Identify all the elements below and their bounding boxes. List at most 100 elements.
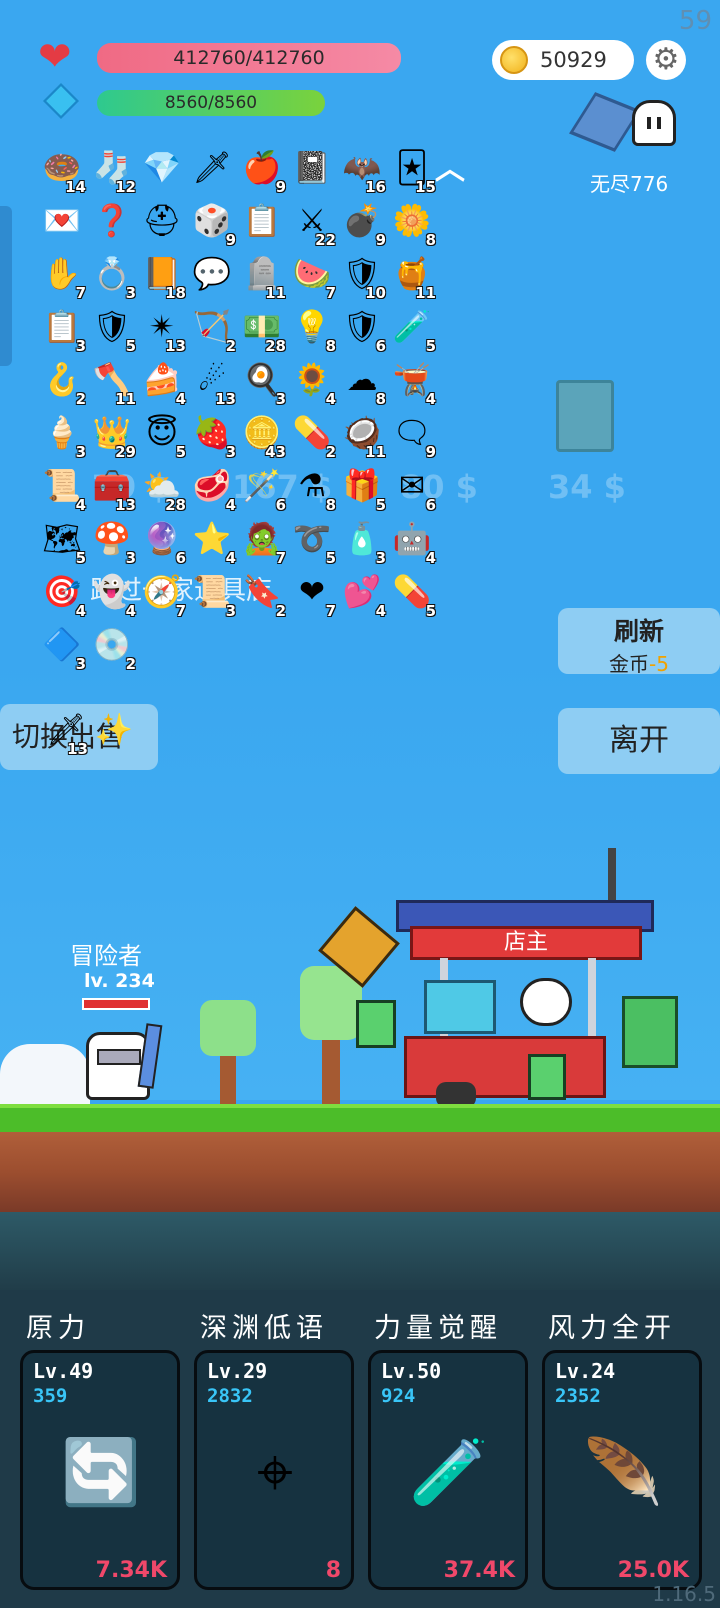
inventory-item[interactable]: 🤖 4 [390, 517, 438, 567]
chevron-up-icon[interactable]: ︿ [432, 152, 468, 188]
inventory-item[interactable]: 🦇 16 [340, 146, 388, 196]
inventory-item[interactable]: 🃏 15 [390, 146, 438, 196]
side-drawer-handle[interactable] [0, 206, 12, 366]
inventory-item[interactable]: 🧭 7 [140, 570, 188, 620]
inventory-item[interactable]: ⭐ 4 [190, 517, 238, 567]
inventory-item[interactable]: ❓ [90, 199, 138, 247]
inventory-item[interactable]: 💕 4 [340, 570, 388, 620]
item-count: 13 [115, 496, 136, 514]
item-count: 3 [275, 390, 286, 408]
inventory-item[interactable]: 💿 2 [90, 623, 138, 673]
item-count: 10 [365, 284, 386, 302]
skill-title: 力量觉醒 [374, 1313, 502, 1344]
inventory-item[interactable]: ➰ 5 [290, 517, 338, 567]
inventory-item[interactable]: ✉ 6 [390, 464, 438, 514]
skill-card[interactable]: Lv.24 2352 🪶 25.0K [542, 1350, 702, 1590]
inventory-item[interactable]: 🛡 5 [90, 305, 138, 355]
speech-icon: 💬 [192, 256, 232, 292]
inventory-item[interactable]: ☄ 13 [190, 358, 238, 408]
ghost-pet-icon[interactable] [632, 100, 676, 146]
inventory-item[interactable]: 💵 28 [240, 305, 288, 355]
inventory-item[interactable]: 📜 4 [40, 464, 88, 514]
inventory-item[interactable]: 🗡 13 [44, 708, 90, 758]
inventory-item[interactable]: 🗺 5 [40, 517, 88, 567]
inventory-item[interactable]: 🌻 4 [290, 358, 338, 408]
heart-icon: ❤ [38, 34, 72, 80]
skill-card[interactable]: Lv.49 359 🔄 7.34K [20, 1350, 180, 1590]
gear-icon[interactable]: ⚙ [646, 40, 686, 80]
inventory-item[interactable]: 👑 29 [90, 411, 138, 461]
inventory-item[interactable]: 🗨 9 [390, 411, 438, 461]
inventory-item[interactable]: 🍦 3 [40, 411, 88, 461]
inventory-item[interactable]: 💍 3 [90, 252, 138, 302]
inventory-item[interactable]: 🪙 43 [240, 411, 288, 461]
inventory-item[interactable]: 🏹 2 [190, 305, 238, 355]
inventory-item[interactable]: 🍰 4 [140, 358, 188, 408]
checklist-icon: 📋 [242, 203, 282, 239]
inventory-item[interactable]: ⚔ 22 [290, 199, 338, 249]
inventory-item[interactable]: 🍯 11 [390, 252, 438, 302]
shopkeeper-character[interactable] [520, 978, 572, 1026]
inventory-item[interactable]: 🧟 7 [240, 517, 288, 567]
inventory-item[interactable]: ⛅ 28 [140, 464, 188, 514]
inventory-item[interactable]: 🪦 11 [240, 252, 288, 302]
inventory-item[interactable]: 🍄 3 [90, 517, 138, 567]
inventory-item[interactable]: 🪝 2 [40, 358, 88, 408]
inventory-item[interactable]: 👻 4 [90, 570, 138, 620]
inventory-item[interactable]: 🍎 9 [240, 146, 288, 196]
inventory-item[interactable]: 🔖 2 [240, 570, 288, 620]
inventory-item[interactable]: 🛡 6 [340, 305, 388, 355]
inventory-item[interactable]: 🥥 11 [340, 411, 388, 461]
inventory-item[interactable]: 🍓 3 [190, 411, 238, 461]
inventory-item[interactable]: 🫕 4 [390, 358, 438, 408]
inventory-item[interactable]: 🧦 12 [90, 146, 138, 196]
inventory-item[interactable]: ❤ 7 [290, 570, 338, 620]
inventory-item[interactable]: 📜 3 [190, 570, 238, 620]
inventory-item[interactable]: 🍩 14 [40, 146, 88, 196]
inventory-item[interactable]: 💎 [140, 146, 188, 194]
inventory-row: ✋ 7 💍 3 📙 18 💬 🪦 11 🍉 7 🛡 10 🍯 11 [40, 252, 480, 305]
inventory-item[interactable]: 🍉 7 [290, 252, 338, 302]
inventory-item[interactable]: ✋ 7 [40, 252, 88, 302]
inventory-item[interactable]: 💊 2 [290, 411, 338, 461]
inventory-item[interactable]: 🧰 13 [90, 464, 138, 514]
inventory-item[interactable]: ⛑ [140, 199, 188, 247]
inventory-item[interactable]: 😇 5 [140, 411, 188, 461]
inventory-item[interactable]: 📋 [240, 199, 288, 247]
inventory-item[interactable]: ⚗ 8 [290, 464, 338, 514]
inventory-item[interactable]: 🗡 [190, 146, 238, 194]
inventory-item[interactable]: 💡 8 [290, 305, 338, 355]
inventory-item[interactable]: 🔷 3 [40, 623, 88, 673]
inventory-item[interactable]: 💌 [40, 199, 88, 247]
inventory-item[interactable]: 💬 [190, 252, 238, 300]
inventory-item[interactable]: 📙 18 [140, 252, 188, 302]
inventory-item[interactable]: 🧪 5 [390, 305, 438, 355]
leave-button[interactable]: 离开 [558, 708, 720, 774]
inventory-item[interactable]: 🌼 8 [390, 199, 438, 249]
inventory-item[interactable]: 💊 5 [390, 570, 438, 620]
love-letter-icon: 💌 [42, 203, 82, 239]
inventory-item[interactable]: 🎲 9 [190, 199, 238, 249]
inventory-item[interactable]: 🎁 5 [340, 464, 388, 514]
shop-cart[interactable] [404, 1036, 606, 1098]
inventory-item[interactable]: 🔮 6 [140, 517, 188, 567]
inventory-item[interactable]: 🧴 3 [340, 517, 388, 567]
inventory-item[interactable]: 🪄 6 [240, 464, 288, 514]
skill-card[interactable]: Lv.50 924 🧪 37.4K [368, 1350, 528, 1590]
inventory-item[interactable]: 🍳 3 [240, 358, 288, 408]
inventory-item[interactable]: ✴ 13 [140, 305, 188, 355]
item-count: 6 [425, 496, 436, 514]
inventory-item[interactable]: ☁ 8 [340, 358, 388, 408]
inventory-item[interactable]: 🎯 4 [40, 570, 88, 620]
inventory-item[interactable]: 🥩 4 [190, 464, 238, 514]
inventory-item[interactable]: 🛡 10 [340, 252, 388, 302]
refresh-button[interactable]: 刷新 金币-5 [558, 608, 720, 676]
inventory-item[interactable]: 💣 9 [340, 199, 388, 249]
inventory-item[interactable]: 📋 3 [40, 305, 88, 355]
shop-book-item[interactable] [556, 380, 614, 452]
inventory-item[interactable]: 🪓 11 [90, 358, 138, 408]
skill-card[interactable]: Lv.29 2832 ⌖ 8 [194, 1350, 354, 1590]
item-count: 5 [375, 496, 386, 514]
inventory-item[interactable]: 📓 [290, 146, 338, 194]
inventory-item[interactable]: ✨ [92, 708, 138, 756]
